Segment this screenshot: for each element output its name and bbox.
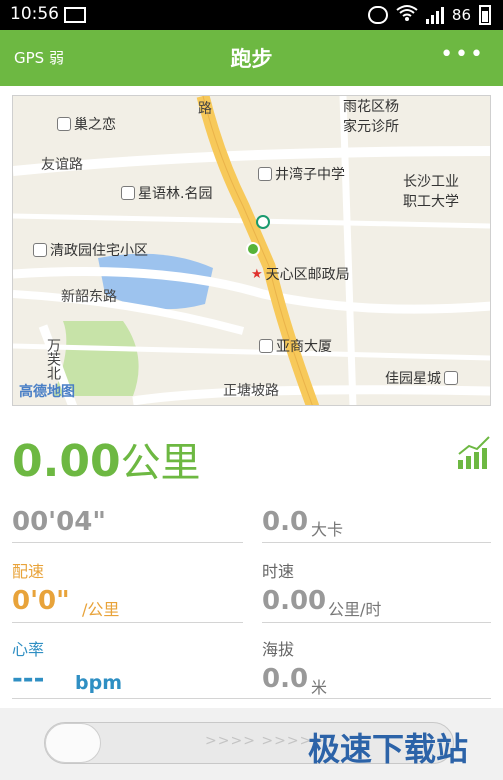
poi-icon bbox=[258, 167, 272, 181]
pace-value: 0'0" bbox=[12, 586, 70, 616]
distance-display: 0.00公里 bbox=[12, 430, 201, 488]
poi-icon bbox=[33, 243, 47, 257]
map-poi-clinic: 雨花区杨 家元诊所 bbox=[343, 96, 399, 136]
map-road-label: 新韶东路 bbox=[61, 289, 117, 305]
altitude-unit: 米 bbox=[311, 678, 328, 697]
map-label: 长沙工业 bbox=[403, 174, 459, 190]
divider bbox=[12, 542, 243, 543]
map-label: 巢之恋 bbox=[74, 117, 116, 133]
poi-icon bbox=[121, 186, 135, 200]
signal-icon bbox=[425, 6, 444, 24]
map-road-label: 万芙北 bbox=[45, 338, 61, 380]
map-poi-jiayuan: 佳园星城 bbox=[385, 368, 458, 388]
map-label: 职工大学 bbox=[403, 194, 459, 210]
distance-unit: 公里 bbox=[120, 440, 201, 486]
map-label: 雨花区杨 bbox=[343, 99, 399, 115]
map-logo: 高德地图 bbox=[19, 384, 75, 400]
heart-rate-unit: bpm bbox=[75, 672, 122, 694]
metro-icon bbox=[256, 215, 270, 229]
map-label: 清政园住宅小区 bbox=[50, 243, 148, 259]
pace-unit: /公里 bbox=[82, 600, 120, 619]
app-bar: GPS 弱 跑步 ••• bbox=[0, 30, 503, 86]
map-road-label: 友谊路 bbox=[41, 157, 83, 173]
wifi-icon bbox=[396, 4, 418, 26]
status-time: 10:56 bbox=[10, 4, 59, 24]
watermark: 极速下载站 bbox=[308, 730, 469, 768]
distance-value: 0.00 bbox=[12, 436, 121, 487]
divider bbox=[262, 622, 491, 623]
duration-value: 00'04" bbox=[12, 507, 106, 537]
footer: >>>> >>>>> 极速下载站 bbox=[0, 708, 503, 780]
map-poi-school: 井湾子中学 bbox=[258, 164, 345, 184]
map-poi-qingzhengyuan: 清政园住宅小区 bbox=[33, 240, 148, 260]
location-dot-icon bbox=[246, 242, 260, 256]
map-label: 家元诊所 bbox=[343, 119, 399, 135]
divider bbox=[12, 622, 243, 623]
map-view[interactable]: 路 雨花区杨 家元诊所 巢之恋 友谊路 井湾子中学 长沙工业 职工大学 星语林.… bbox=[12, 95, 491, 406]
speed-unit: 公里/时 bbox=[328, 600, 382, 619]
altitude-value: 0.0 bbox=[262, 664, 309, 694]
heart-rate-value: --- bbox=[12, 664, 45, 694]
status-right: 86 bbox=[367, 4, 491, 26]
speed-value: 0.00 bbox=[262, 586, 327, 616]
page-title: 跑步 bbox=[230, 47, 273, 71]
image-icon bbox=[64, 7, 86, 23]
chart-icon[interactable] bbox=[457, 434, 491, 470]
map-poi-xingyulin: 星语林.名园 bbox=[121, 183, 212, 203]
map-poi-college: 长沙工业 职工大学 bbox=[403, 171, 459, 211]
poi-icon bbox=[57, 117, 71, 131]
star-icon: ★ bbox=[251, 266, 263, 282]
map-poi-yashang: 亚商大厦 bbox=[259, 336, 332, 356]
altitude-label: 海拔 bbox=[262, 640, 295, 659]
map-label: 井湾子中学 bbox=[275, 167, 345, 183]
divider bbox=[262, 542, 491, 543]
map-road-label: 正塘坡路 bbox=[223, 383, 279, 399]
map-label: 佳园星城 bbox=[385, 371, 441, 387]
more-menu-button[interactable]: ••• bbox=[440, 42, 485, 67]
heart-rate-label: 心率 bbox=[12, 640, 45, 659]
map-label: 亚商大厦 bbox=[276, 339, 332, 355]
map-road-label: 路 bbox=[198, 101, 212, 117]
slider-knob[interactable] bbox=[45, 723, 101, 763]
status-bar: 10:56 86 bbox=[0, 0, 503, 30]
pace-label: 配速 bbox=[12, 562, 45, 581]
divider bbox=[12, 698, 491, 699]
battery-icon bbox=[479, 5, 491, 25]
speed-label: 时速 bbox=[262, 562, 295, 581]
map-label: 星语林.名园 bbox=[138, 186, 213, 202]
battery-level: 86 bbox=[451, 6, 471, 24]
map-label: 天心区邮政局 bbox=[265, 267, 350, 283]
poi-icon bbox=[259, 339, 273, 353]
map-poi-post-office: ★ 天心区邮政局 bbox=[251, 264, 350, 284]
map-poi-chaozhilian: 巢之恋 bbox=[57, 114, 116, 134]
mute-icon bbox=[367, 6, 388, 24]
calories-unit: 大卡 bbox=[311, 520, 344, 539]
calories-value: 0.0 bbox=[262, 507, 309, 537]
poi-icon bbox=[444, 371, 458, 385]
